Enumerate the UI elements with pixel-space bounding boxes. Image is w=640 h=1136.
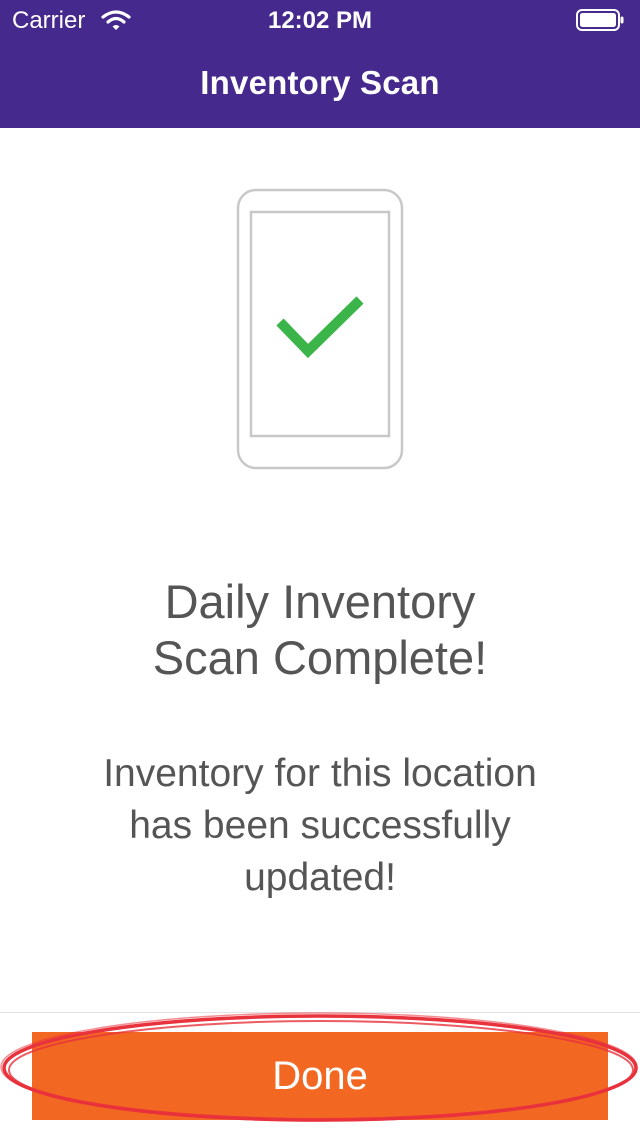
footer-divider	[0, 1012, 640, 1013]
completion-message: Inventory for this location has been suc…	[40, 748, 600, 904]
message-line: updated!	[244, 856, 396, 899]
battery-full-icon	[576, 9, 624, 31]
page-title: Inventory Scan	[200, 64, 440, 101]
checkmark-icon	[276, 296, 364, 359]
top-bar: Carrier 12:02 PM Inventory Scan	[0, 0, 640, 128]
status-time: 12:02 PM	[267, 7, 373, 34]
message-line: Inventory for this location	[103, 752, 537, 795]
headline-line: Scan Complete!	[152, 631, 488, 684]
phone-checkmark-icon	[236, 188, 404, 470]
done-button[interactable]: Done	[32, 1032, 608, 1120]
phone-outline	[236, 188, 404, 470]
phone-screen-outline	[249, 210, 391, 438]
status-bar: Carrier 12:02 PM	[0, 0, 640, 40]
message-line: has been successfully	[129, 804, 511, 847]
completion-headline: Daily Inventory Scan Complete!	[60, 574, 580, 686]
headline-line: Daily Inventory	[164, 575, 476, 628]
